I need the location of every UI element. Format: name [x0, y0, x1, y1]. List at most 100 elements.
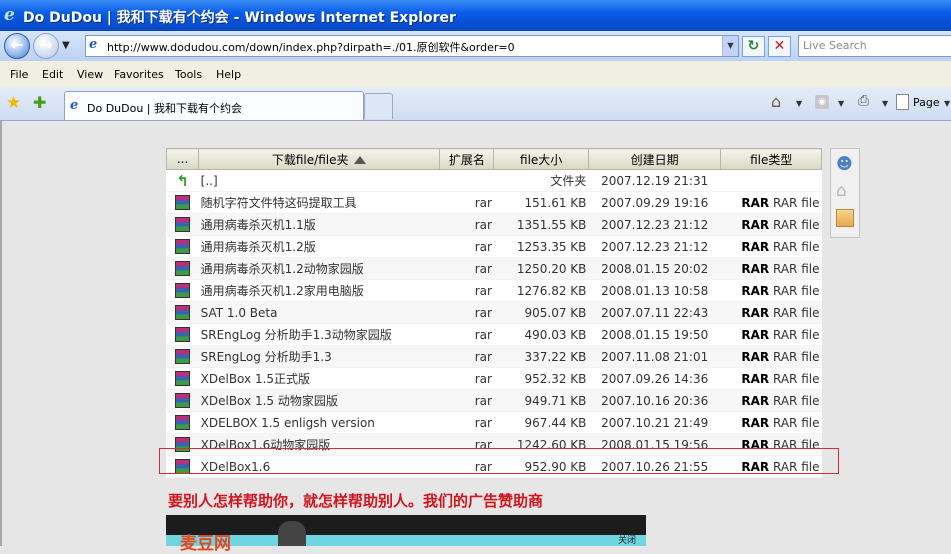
- file-type-label: RAR file: [773, 349, 820, 364]
- col-header-extension[interactable]: 扩展名: [439, 148, 495, 170]
- search-input[interactable]: Live Search: [798, 35, 951, 57]
- title-bar: e Do DuDou | 我和下载有个约会 - Windows Internet…: [0, 0, 951, 31]
- file-type-label: RAR file: [773, 239, 820, 254]
- col-header-type[interactable]: file类型: [720, 148, 822, 170]
- ad-figure-image: [278, 521, 306, 546]
- navigation-bar: ← → ▼ e http://www.dodudou.com/down/inde…: [0, 31, 951, 61]
- side-toolbar: ☻ ⌂: [830, 148, 860, 238]
- home-page-icon[interactable]: ⌂: [836, 181, 854, 201]
- menu-view[interactable]: View: [77, 68, 103, 81]
- table-row[interactable]: SAT 1.0 Beta rar 905.07 KB 2007.07.11 22:43…: [166, 301, 822, 324]
- col-header-date[interactable]: 创建日期: [587, 148, 722, 170]
- file-type-bold: RAR: [741, 283, 770, 298]
- menu-help[interactable]: Help: [216, 68, 241, 81]
- table-row[interactable]: SREngLog 分析助手1.3动物家园版 rar 490.03 KB 2008.01…: [166, 323, 822, 346]
- file-date: 2007.12.23 21:12: [588, 213, 721, 236]
- file-type-bold: RAR: [741, 349, 770, 364]
- file-type-bold: RAR: [741, 305, 770, 320]
- file-name-link[interactable]: XDELBOX 1.5 enligsh version: [198, 411, 440, 434]
- file-type: RAR RAR file: [720, 323, 822, 346]
- rar-file-icon: [175, 239, 191, 254]
- print-icon[interactable]: ⎙: [858, 93, 869, 109]
- parent-folder-date: 2007.12.19 21:31: [588, 169, 721, 192]
- rar-file-icon: [175, 371, 191, 386]
- file-type-bold: RAR: [741, 415, 770, 430]
- ad-close-link[interactable]: 关闭: [618, 533, 636, 546]
- menu-file[interactable]: File: [10, 68, 28, 81]
- table-row[interactable]: 通用病毒杀灭机1.2动物家园版 rar 1250.20 KB 2008.01.15 2…: [166, 257, 822, 280]
- col-header-icon[interactable]: ...: [165, 148, 200, 170]
- file-size: 1250.20 KB: [493, 257, 589, 280]
- recent-pages-dropdown-icon[interactable]: ▼: [62, 40, 70, 51]
- table-row[interactable]: 通用病毒杀灭机1.2版 rar 1253.35 KB 2007.12.23 21:12…: [166, 235, 822, 258]
- home-icon[interactable]: ⌂: [771, 92, 781, 111]
- file-type-label: RAR file: [773, 371, 820, 386]
- tab-bar: ★ ✚ e Do DuDou | 我和下载有个约会 ⌂ ▼ ◉ ▼ ⎙ ▼ Pa…: [0, 87, 951, 121]
- add-file-icon[interactable]: [836, 209, 854, 227]
- stop-button[interactable]: ✕: [768, 36, 791, 57]
- table-row[interactable]: SREngLog 分析助手1.3 rar 337.22 KB 2007.11.08 2…: [166, 345, 822, 368]
- file-name-link[interactable]: 通用病毒杀灭机1.2动物家园版: [198, 257, 440, 280]
- file-type: RAR RAR file: [720, 235, 822, 258]
- file-type-bold: RAR: [741, 327, 770, 342]
- table-row[interactable]: XDELBOX 1.5 enligsh version rar 967.44 KB 2…: [166, 411, 822, 434]
- file-type-bold: RAR: [741, 371, 770, 386]
- file-date: 2008.01.15 20:02: [588, 257, 721, 280]
- print-dropdown-icon[interactable]: ▼: [882, 99, 888, 108]
- file-name-link[interactable]: SREngLog 分析助手1.3动物家园版: [198, 323, 440, 346]
- address-dropdown-icon[interactable]: ▼: [722, 36, 738, 56]
- file-type-label: RAR file: [773, 195, 820, 210]
- menu-favorites[interactable]: Favorites: [114, 68, 164, 81]
- file-type-bold: RAR: [741, 393, 770, 408]
- forward-button[interactable]: →: [33, 33, 59, 59]
- page-dropdown-icon[interactable]: ▼: [944, 99, 950, 108]
- back-button[interactable]: ←: [4, 33, 30, 59]
- file-date: 2008.01.13 10:58: [588, 279, 721, 302]
- file-extension: rar: [439, 213, 494, 236]
- col-header-size[interactable]: file大小: [493, 148, 589, 170]
- parent-folder-link[interactable]: [..]: [198, 169, 440, 192]
- file-size: 1253.35 KB: [493, 235, 589, 258]
- table-row-parent[interactable]: ↰ [..] 文件夹 2007.12.19 21:31: [166, 169, 822, 192]
- file-name-link[interactable]: 通用病毒杀灭机1.2版: [198, 235, 440, 258]
- file-extension: rar: [439, 257, 494, 280]
- add-favorites-icon[interactable]: ✚: [33, 93, 46, 112]
- parent-folder-kind: 文件夹: [493, 169, 589, 192]
- page-menu[interactable]: Page: [913, 96, 940, 109]
- menu-tools[interactable]: Tools: [175, 68, 202, 81]
- file-extension: rar: [439, 235, 494, 258]
- file-name-link[interactable]: SREngLog 分析助手1.3: [198, 345, 440, 368]
- file-name-link[interactable]: 通用病毒杀灭机1.2家用电脑版: [198, 279, 440, 302]
- tab-page-icon: e: [70, 98, 79, 113]
- file-size: 151.61 KB: [493, 191, 589, 214]
- ad-banner[interactable]: 麦豆网 关闭: [166, 515, 646, 554]
- tab-active[interactable]: e Do DuDou | 我和下载有个约会: [64, 91, 364, 120]
- address-url[interactable]: http://www.dodudou.com/down/index.php?di…: [107, 39, 515, 55]
- file-name-link[interactable]: SAT 1.0 Beta: [198, 301, 440, 324]
- file-name-link[interactable]: XDelBox 1.5正式版: [198, 367, 440, 390]
- favorites-star-icon[interactable]: ★: [6, 93, 21, 113]
- table-row[interactable]: XDelBox 1.5 动物家园版 rar 949.71 KB 2007.10.16 …: [166, 389, 822, 412]
- file-name-link[interactable]: 通用病毒杀灭机1.1版: [198, 213, 440, 236]
- feeds-icon[interactable]: ◉: [815, 95, 829, 109]
- table-row[interactable]: XDelBox 1.5正式版 rar 952.32 KB 2007.09.26 14:…: [166, 367, 822, 390]
- col-header-name[interactable]: 下载file/file夹: [198, 148, 441, 170]
- ad-strip: [166, 535, 646, 546]
- file-extension: rar: [439, 345, 494, 368]
- window-title: Do DuDou | 我和下载有个约会 - Windows Internet E…: [23, 10, 456, 26]
- table-row[interactable]: 随机字符文件特这码提取工具 rar 151.61 KB 2007.09.29 19:1…: [166, 191, 822, 214]
- new-tab-button[interactable]: [364, 93, 393, 119]
- home-dropdown-icon[interactable]: ▼: [796, 99, 802, 108]
- feeds-dropdown-icon[interactable]: ▼: [838, 99, 844, 108]
- file-name-link[interactable]: 随机字符文件特这码提取工具: [198, 191, 440, 214]
- menu-edit[interactable]: Edit: [42, 68, 63, 81]
- page-menu-icon[interactable]: [896, 94, 909, 110]
- file-type-bold: RAR: [741, 195, 770, 210]
- users-icon[interactable]: ☻: [836, 154, 854, 173]
- file-type-bold: RAR: [741, 217, 770, 232]
- table-row[interactable]: 通用病毒杀灭机1.1版 rar 1351.55 KB 2007.12.23 21:12…: [166, 213, 822, 236]
- refresh-button[interactable]: ↻: [742, 36, 765, 57]
- address-bar[interactable]: e http://www.dodudou.com/down/index.php?…: [85, 35, 739, 57]
- file-name-link[interactable]: XDelBox 1.5 动物家园版: [198, 389, 440, 412]
- table-row[interactable]: 通用病毒杀灭机1.2家用电脑版 rar 1276.82 KB 2008.01.13 1…: [166, 279, 822, 302]
